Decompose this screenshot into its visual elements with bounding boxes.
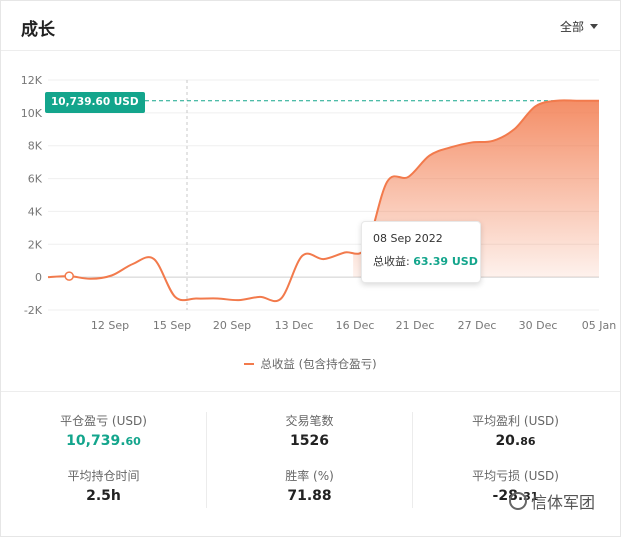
x-tick-label: 27 Dec bbox=[458, 319, 497, 332]
tooltip-date: 08 Sep 2022 bbox=[373, 232, 443, 245]
period-filter-label: 全部 bbox=[559, 20, 584, 34]
x-tick-label: 30 Dec bbox=[519, 319, 558, 332]
x-tick-label: 21 Dec bbox=[396, 319, 435, 332]
watermark-text: 信体军团 bbox=[531, 493, 596, 512]
legend-label: 总收益 (包含持仓盈亏) bbox=[260, 357, 377, 371]
chart-tooltip: 08 Sep 2022 总收益: 63.39 USD bbox=[361, 221, 481, 283]
tooltip-value: 63.39 USD bbox=[413, 255, 478, 268]
x-axis-ticks: 12 Sep 15 Sep 20 Sep 13 Dec 16 Dec 21 Dec 27 D… bbox=[91, 319, 616, 332]
avg-profit-decimals: 86 bbox=[520, 435, 536, 448]
closed-pnl-value: 10,739.60 bbox=[1, 433, 206, 449]
win-rate-label: 胜率 (%) bbox=[285, 469, 334, 483]
x-tick-label: 20 Sep bbox=[213, 319, 251, 332]
y-axis-ticks: 12K 10K 8K 6K 4K 2K 0 -2K bbox=[21, 74, 43, 317]
closed-pnl-label: 平仓盈亏 (USD) bbox=[60, 414, 147, 428]
chart-legend[interactable]: 总收益 (包含持仓盈亏) bbox=[1, 356, 620, 372]
watermark: 信体军团 bbox=[509, 489, 595, 513]
series-area bbox=[353, 100, 599, 278]
x-tick-label: 15 Sep bbox=[153, 319, 191, 332]
avg-loss-label: 平均亏损 (USD) bbox=[472, 469, 559, 483]
y-tick-label: 2K bbox=[28, 238, 43, 251]
trade-count-label: 交易笔数 bbox=[285, 414, 334, 428]
y-tick-label: 12K bbox=[21, 74, 43, 87]
trade-count-value: 1526 bbox=[290, 433, 329, 449]
y-tick-label: 8K bbox=[28, 140, 43, 153]
tooltip-label: 总收益: bbox=[373, 255, 410, 268]
period-filter-dropdown[interactable]: 全部 bbox=[560, 18, 598, 35]
win-rate-value: 71.88 bbox=[287, 488, 332, 504]
y-tick-label: 6K bbox=[28, 173, 43, 186]
reference-value-badge: 10,739.60 USD bbox=[45, 92, 145, 113]
y-tick-label: 4K bbox=[28, 205, 43, 218]
legend-swatch bbox=[244, 363, 255, 365]
closed-pnl-main: 10,739. bbox=[66, 433, 126, 449]
stats-column-2: 交易笔数 1526 胜率 (%) 71.88 bbox=[207, 412, 412, 522]
watermark-logo-icon bbox=[509, 492, 527, 510]
x-tick-label: 13 Dec bbox=[275, 319, 314, 332]
closed-pnl-decimals: 60 bbox=[125, 435, 141, 448]
card-title: 成长 bbox=[21, 20, 55, 40]
stats-panel: 平仓盈亏 (USD) 10,739.60 平均持仓时间 2.5h 交易笔数 15… bbox=[1, 392, 620, 537]
avg-profit-value: 20.86 bbox=[413, 433, 618, 449]
hover-point bbox=[64, 271, 74, 281]
x-tick-label: 12 Sep bbox=[91, 319, 129, 332]
x-tick-label: 05 Jan bbox=[582, 319, 616, 332]
stats-column-1: 平仓盈亏 (USD) 10,739.60 平均持仓时间 2.5h bbox=[1, 412, 206, 522]
card-header: 成长 全部 bbox=[1, 1, 620, 51]
y-tick-label: -2K bbox=[24, 304, 43, 317]
avg-profit-main: 20. bbox=[495, 433, 521, 449]
tooltip-row: 总收益: 63.39 USD bbox=[373, 253, 478, 269]
avg-hold-time-value: 2.5h bbox=[86, 488, 121, 504]
avg-hold-time-label: 平均持仓时间 bbox=[67, 469, 140, 483]
caret-down-icon bbox=[590, 24, 598, 29]
growth-card: 成长 全部 12K 10K 8K 6K 4K 2K 0 -2K 12 Sep 15 Sep 20 … bbox=[0, 0, 621, 537]
y-tick-label: 10K bbox=[21, 107, 43, 120]
y-tick-label: 0 bbox=[35, 271, 42, 284]
x-tick-label: 16 Dec bbox=[336, 319, 375, 332]
avg-profit-label: 平均盈利 (USD) bbox=[472, 414, 559, 428]
